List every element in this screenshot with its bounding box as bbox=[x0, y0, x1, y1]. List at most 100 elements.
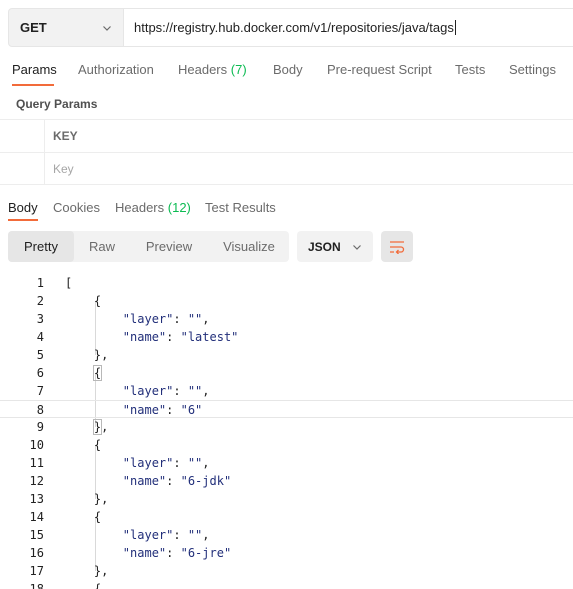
view-preview-button[interactable]: Preview bbox=[132, 231, 206, 262]
wrap-lines-icon bbox=[390, 240, 405, 254]
table-header-row: KEY bbox=[0, 119, 573, 152]
response-tab-headers[interactable]: Headers (12) bbox=[115, 200, 191, 215]
json-key: "name" bbox=[122, 474, 167, 488]
line-number: 14 bbox=[29, 510, 44, 524]
query-params-table: KEY Key bbox=[0, 119, 573, 185]
table-row: Key bbox=[0, 152, 573, 185]
method-label: GET bbox=[20, 20, 47, 35]
url-text: https://registry.hub.docker.com/v1/repos… bbox=[134, 20, 454, 35]
json-value: "6" bbox=[180, 403, 203, 417]
code-line: 13 }, bbox=[0, 490, 573, 508]
chevron-down-icon bbox=[103, 25, 111, 31]
tab-authorization[interactable]: Authorization bbox=[78, 58, 154, 77]
format-select[interactable]: JSON bbox=[297, 231, 373, 262]
line-number: 16 bbox=[29, 546, 44, 560]
response-tab-test-results[interactable]: Test Results bbox=[205, 200, 276, 215]
code-line: 3 "layer": "", bbox=[0, 310, 573, 328]
tab-headers[interactable]: Headers (7) bbox=[178, 58, 247, 77]
json-value: "6-jre" bbox=[180, 546, 232, 560]
row-checkbox-cell bbox=[0, 153, 45, 184]
code-text: "layer": "", bbox=[122, 528, 210, 542]
line-number: 17 bbox=[29, 564, 44, 578]
code-line: 7 "layer": "", bbox=[0, 382, 573, 400]
method-select[interactable]: GET bbox=[8, 8, 124, 47]
response-headers-count: (12) bbox=[167, 200, 191, 215]
json-value: "latest" bbox=[180, 330, 239, 344]
code-line: 16 "name": "6-jre" bbox=[0, 544, 573, 562]
tab-settings[interactable]: Settings bbox=[509, 58, 556, 77]
view-visualize-button[interactable]: Visualize bbox=[212, 231, 286, 262]
code-text: "name": "6" bbox=[122, 403, 203, 417]
line-number: 11 bbox=[29, 456, 44, 470]
line-number: 18 bbox=[29, 582, 44, 589]
code-line: 9 }, bbox=[0, 418, 573, 436]
code-text: "layer": "", bbox=[122, 312, 210, 326]
code-text: }, bbox=[65, 348, 109, 362]
json-key: "name" bbox=[122, 546, 167, 560]
line-number: 15 bbox=[29, 528, 44, 542]
tab-tests[interactable]: Tests bbox=[455, 58, 485, 77]
matched-bracket: } bbox=[92, 419, 103, 435]
code-line: 12 "name": "6-jdk" bbox=[0, 472, 573, 490]
line-number: 10 bbox=[29, 438, 44, 452]
key-input[interactable]: Key bbox=[45, 153, 573, 184]
chevron-down-icon bbox=[353, 244, 361, 250]
key-placeholder: Key bbox=[53, 161, 74, 176]
code-line: 15 "layer": "", bbox=[0, 526, 573, 544]
code-text: }, bbox=[65, 564, 109, 578]
code-line: 1[ bbox=[0, 274, 573, 292]
code-line: 2 { bbox=[0, 292, 573, 310]
code-line: 5 }, bbox=[0, 346, 573, 364]
code-text: "layer": "", bbox=[122, 456, 210, 470]
code-line: 6 { bbox=[0, 364, 573, 382]
checkbox-column bbox=[0, 120, 45, 152]
json-key: "layer" bbox=[122, 384, 174, 398]
tab-params[interactable]: Params bbox=[12, 58, 57, 77]
code-text: }, bbox=[92, 419, 109, 435]
wrap-lines-button[interactable] bbox=[381, 231, 413, 262]
code-text: }, bbox=[65, 492, 109, 506]
code-line: 18 { bbox=[0, 580, 573, 589]
json-key: "layer" bbox=[122, 456, 174, 470]
code-line: 8 "name": "6" bbox=[0, 400, 573, 418]
json-key: "layer" bbox=[122, 312, 174, 326]
code-text: { bbox=[65, 364, 103, 382]
line-number: 3 bbox=[36, 312, 44, 326]
json-key: "name" bbox=[122, 330, 167, 344]
code-text: { bbox=[65, 438, 102, 452]
request-url-bar: GET https://registry.hub.docker.com/v1/r… bbox=[8, 8, 573, 47]
json-value: "" bbox=[187, 384, 203, 398]
code-line: 11 "layer": "", bbox=[0, 454, 573, 472]
line-number: 2 bbox=[36, 294, 44, 308]
response-tab-cookies[interactable]: Cookies bbox=[53, 200, 100, 215]
view-raw-button[interactable]: Raw bbox=[78, 231, 126, 262]
view-pretty-button[interactable]: Pretty bbox=[8, 231, 74, 262]
code-line: 17 }, bbox=[0, 562, 573, 580]
json-value: "" bbox=[187, 312, 203, 326]
key-column-header: KEY bbox=[53, 129, 78, 143]
line-number: 8 bbox=[36, 403, 44, 417]
code-text: { bbox=[65, 510, 102, 524]
view-mode-group: Pretty Raw Preview Visualize bbox=[8, 231, 289, 262]
json-value: "6-jdk" bbox=[180, 474, 232, 488]
line-number: 6 bbox=[36, 366, 44, 380]
format-label: JSON bbox=[308, 239, 341, 254]
response-body-editor[interactable]: 1[2 {3 "layer": "", 4 "name": "latest" 5 }… bbox=[0, 274, 573, 589]
code-text: "layer": "", bbox=[122, 384, 210, 398]
matched-bracket: { bbox=[92, 365, 103, 381]
line-number: 13 bbox=[29, 492, 44, 506]
line-number: 7 bbox=[36, 384, 44, 398]
response-tab-body[interactable]: Body bbox=[8, 200, 38, 215]
tab-body[interactable]: Body bbox=[273, 58, 303, 77]
tab-pre-request-script[interactable]: Pre-request Script bbox=[327, 58, 432, 77]
active-tab-indicator bbox=[12, 84, 54, 86]
request-tabs: Params Authorization Headers (7) Body Pr… bbox=[0, 58, 573, 86]
code-text: { bbox=[65, 294, 102, 308]
url-input[interactable]: https://registry.hub.docker.com/v1/repos… bbox=[124, 8, 573, 47]
text-caret bbox=[454, 20, 456, 35]
code-text: "name": "6-jdk" bbox=[122, 474, 232, 488]
line-number: 9 bbox=[36, 420, 44, 434]
json-key: "name" bbox=[122, 403, 167, 417]
line-number: 1 bbox=[36, 276, 44, 290]
code-line: 10 { bbox=[0, 436, 573, 454]
